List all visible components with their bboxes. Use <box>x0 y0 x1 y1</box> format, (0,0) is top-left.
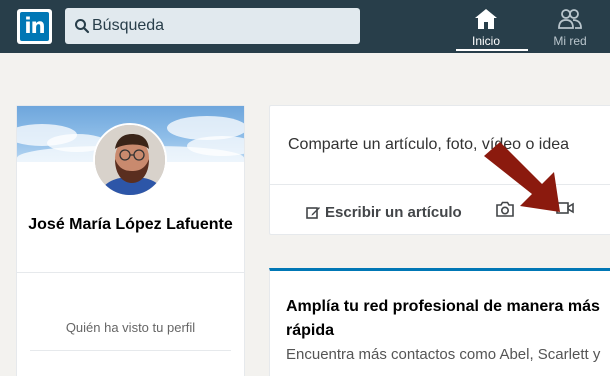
nav-label-home: Inicio <box>471 34 500 48</box>
search-icon <box>75 19 90 34</box>
stat-divider <box>30 350 231 351</box>
write-article-button[interactable]: Escribir un artículo <box>306 200 462 224</box>
profile-views-link[interactable]: Quién ha visto tu perfil <box>17 320 244 335</box>
active-nav-indicator <box>456 49 528 51</box>
suggestion-subtitle: Encuentra más contactos como Abel, Scarl… <box>286 346 601 363</box>
annotation-arrow <box>484 142 560 212</box>
search-input[interactable] <box>92 8 352 44</box>
suggestion-title[interactable]: Amplía tu red profesional de manera más … <box>286 295 606 343</box>
edit-icon <box>306 206 320 219</box>
profile-name[interactable]: José María López Lafuente <box>17 216 244 234</box>
people-icon <box>558 9 582 29</box>
write-article-label: Escribir un artículo <box>325 203 462 221</box>
search-box[interactable] <box>65 8 360 44</box>
linkedin-logo-text: in <box>20 12 49 41</box>
network-suggestion-card: Amplía tu red profesional de manera más … <box>269 268 610 376</box>
nav-item-home[interactable]: Inicio <box>463 6 509 53</box>
nav-label-my-network: Mi red <box>553 34 587 48</box>
top-navigation-bar: in Inicio Mi red <box>0 0 610 53</box>
profile-divider <box>17 272 244 273</box>
profile-card: José María López Lafuente Quién ha visto… <box>16 105 245 376</box>
nav-item-my-network[interactable]: Mi red <box>545 6 595 53</box>
home-icon <box>475 9 497 29</box>
linkedin-logo[interactable]: in <box>17 9 52 44</box>
profile-avatar[interactable] <box>93 123 167 197</box>
